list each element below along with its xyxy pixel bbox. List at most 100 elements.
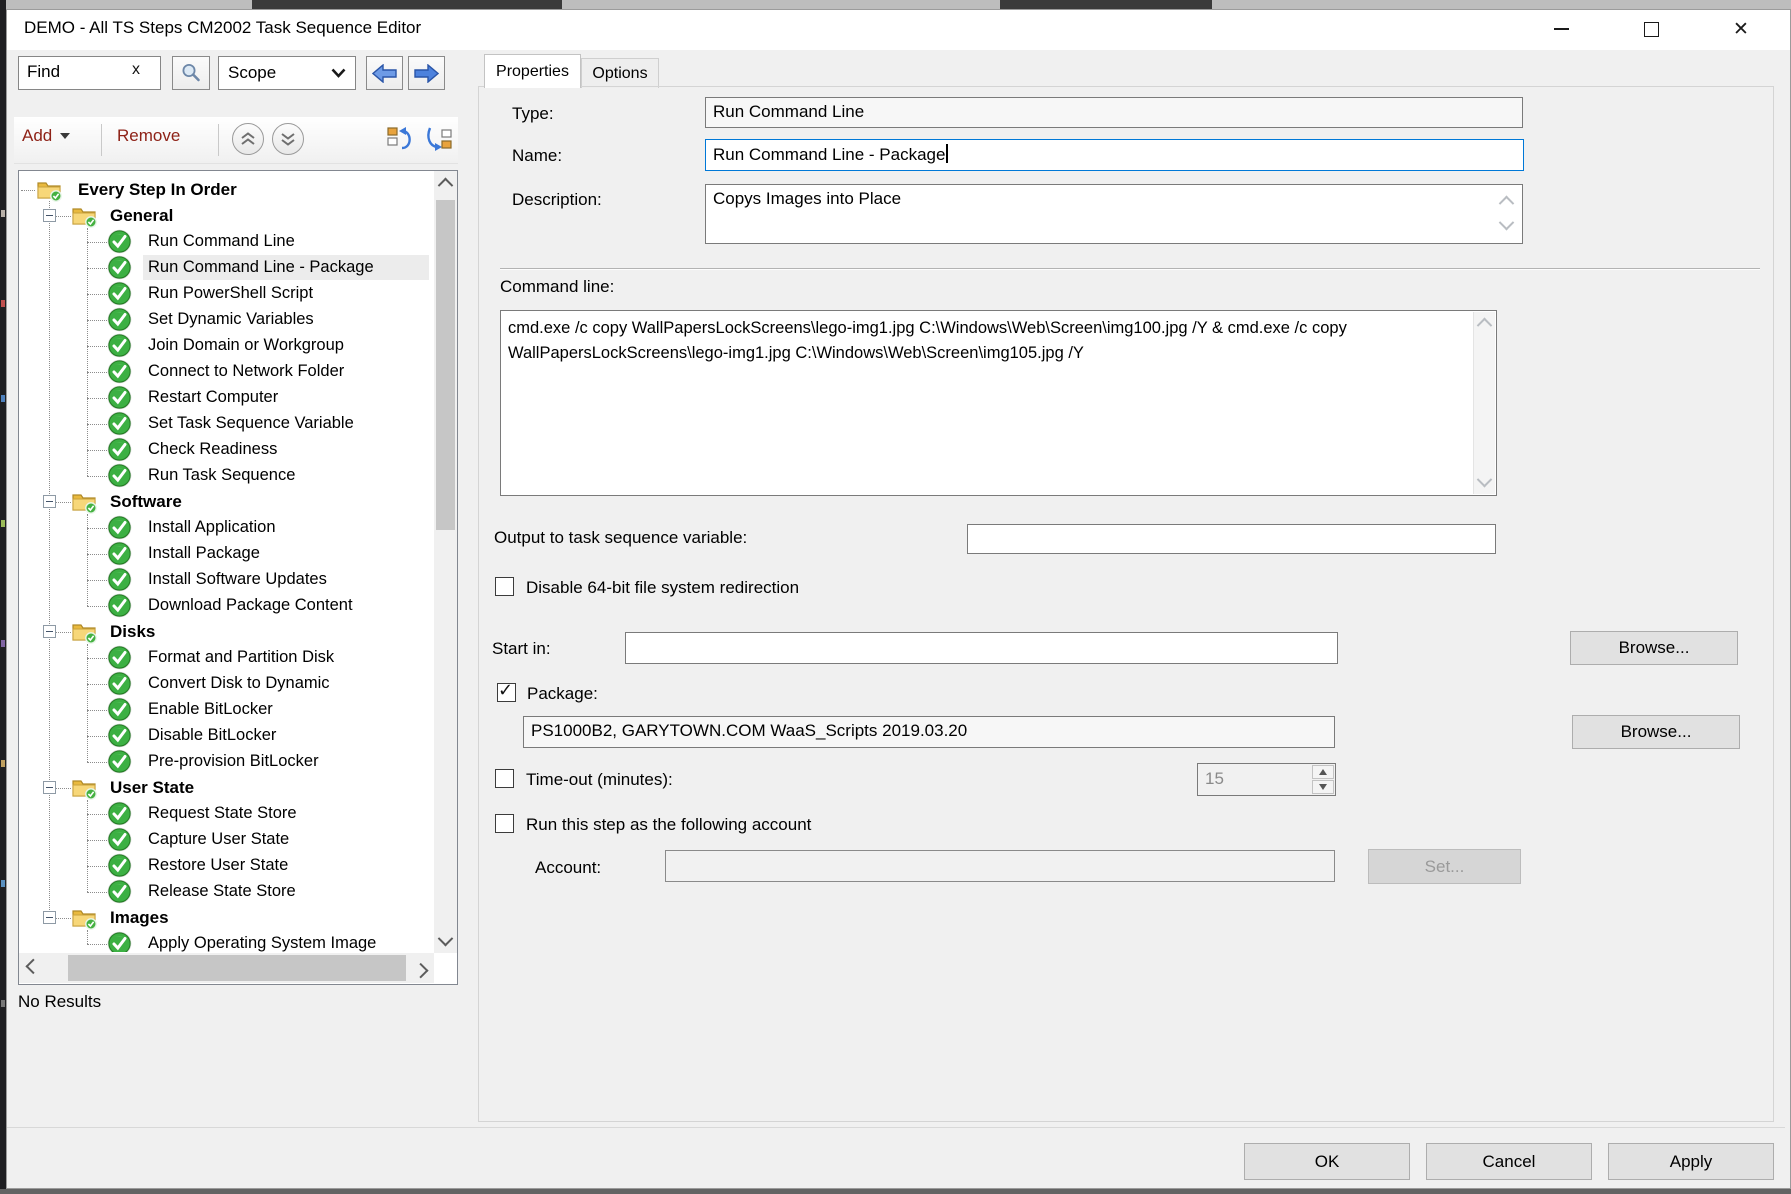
tree-guide-line <box>87 294 107 295</box>
tree-item[interactable]: Every Step In Order <box>19 177 433 203</box>
step-check-icon <box>107 515 132 540</box>
tree-horizontal-scrollbar[interactable] <box>19 953 434 983</box>
tab-properties-label: Properties <box>496 63 569 81</box>
collapse-toggle[interactable] <box>43 495 56 508</box>
tab-properties[interactable]: Properties <box>484 54 581 88</box>
chevron-left-icon <box>25 958 41 974</box>
remove-button[interactable]: Remove <box>117 126 180 146</box>
collapse-toggle[interactable] <box>43 209 56 222</box>
tree-item[interactable]: Install Application <box>19 515 433 541</box>
tree-guide-line <box>21 190 35 191</box>
search-button[interactable] <box>172 56 210 90</box>
tree-item-label: Restart Computer <box>148 388 278 407</box>
step-check-icon <box>107 931 132 952</box>
find-next-button[interactable] <box>408 56 445 90</box>
tree-item[interactable]: Enable BitLocker <box>19 697 433 723</box>
screen: DEMO - All TS Steps CM2002 Task Sequence… <box>0 0 1791 1194</box>
background-bottom-strip <box>0 1189 1791 1194</box>
tree-item-label: Join Domain or Workgroup <box>148 336 344 355</box>
tree-item[interactable]: User State <box>19 775 433 801</box>
step-check-icon <box>107 853 132 878</box>
scroll-down-button[interactable] <box>434 930 457 952</box>
collapse-all-button[interactable] <box>424 124 454 159</box>
tree-item-label: Set Task Sequence Variable <box>148 414 354 433</box>
tree-item-label: Install Package <box>148 544 260 563</box>
move-step-up-button[interactable] <box>232 123 264 155</box>
find-input[interactable] <box>27 62 119 82</box>
tree-item-label: Connect to Network Folder <box>148 362 344 381</box>
tree-item[interactable]: Images <box>19 905 433 931</box>
move-step-down-button[interactable] <box>272 123 304 155</box>
cancel-button[interactable]: Cancel <box>1426 1143 1592 1180</box>
tree-guide-line <box>87 242 107 243</box>
tree-vertical-scrollbar[interactable] <box>434 171 457 953</box>
tree-guide-line <box>87 450 107 451</box>
tree-item[interactable]: Disable BitLocker <box>19 723 433 749</box>
folder-icon <box>71 776 99 800</box>
tree-item[interactable]: Run Command Line <box>19 229 433 255</box>
tree-item[interactable]: General <box>19 203 433 229</box>
step-icon-wrap <box>107 931 132 952</box>
tree-guide-line <box>87 658 107 659</box>
apply-button[interactable]: Apply <box>1608 1143 1774 1180</box>
step-check-icon <box>107 437 132 462</box>
tree-guide-line <box>87 892 107 893</box>
tree-item[interactable]: Pre-provision BitLocker <box>19 749 433 775</box>
tree-item[interactable]: Restart Computer <box>19 385 433 411</box>
tree-item[interactable]: Capture User State <box>19 827 433 853</box>
chevron-down-icon <box>331 68 346 78</box>
tree-guide-line <box>56 918 71 919</box>
collapse-toggle[interactable] <box>43 625 56 638</box>
vertical-scroll-thumb[interactable] <box>436 200 455 530</box>
tree-item[interactable]: Set Dynamic Variables <box>19 307 433 333</box>
tree-item-label: Run PowerShell Script <box>148 284 313 303</box>
minimize-button[interactable] <box>1532 10 1590 48</box>
scope-dropdown[interactable]: Scope <box>218 56 356 90</box>
tree-item[interactable]: Convert Disk to Dynamic <box>19 671 433 697</box>
tree-item-label: Disks <box>110 622 155 642</box>
scroll-left-button[interactable] <box>19 953 45 983</box>
expand-all-icon <box>386 124 416 154</box>
tree-item[interactable]: Restore User State <box>19 853 433 879</box>
tree-item[interactable]: Join Domain or Workgroup <box>19 333 433 359</box>
tree-item[interactable]: Run PowerShell Script <box>19 281 433 307</box>
collapse-all-icon <box>424 124 454 154</box>
tree-guide-line <box>87 866 107 867</box>
scroll-right-button[interactable] <box>408 953 434 983</box>
tree-item[interactable]: Request State Store <box>19 801 433 827</box>
find-clear-button[interactable]: x <box>132 61 140 79</box>
tree-item[interactable]: Run Task Sequence <box>19 463 433 489</box>
tree-item[interactable]: Install Package <box>19 541 433 567</box>
ok-button[interactable]: OK <box>1244 1143 1410 1180</box>
chevron-up-icon <box>438 177 454 193</box>
tree-item[interactable]: Run Command Line - Package <box>19 255 433 281</box>
find-previous-button[interactable] <box>366 56 403 90</box>
tree-item[interactable]: Apply Operating System Image <box>19 931 433 952</box>
tree-item[interactable]: Disks <box>19 619 433 645</box>
tree-item[interactable]: Download Package Content <box>19 593 433 619</box>
tree-item-label: Convert Disk to Dynamic <box>148 674 330 693</box>
arrow-right-icon <box>414 64 439 83</box>
tree-item-label: Run Command Line - Package <box>148 258 374 277</box>
status-text: No Results <box>18 992 101 1012</box>
tree-guide-line <box>87 372 107 373</box>
scroll-up-button[interactable] <box>434 171 457 193</box>
expand-all-button[interactable] <box>386 124 416 159</box>
tree-item[interactable]: Format and Partition Disk <box>19 645 433 671</box>
horizontal-scroll-thumb[interactable] <box>68 955 406 981</box>
tree-item[interactable]: Check Readiness <box>19 437 433 463</box>
add-dropdown-caret-icon <box>60 133 70 139</box>
tree-item[interactable]: Set Task Sequence Variable <box>19 411 433 437</box>
tab-options[interactable]: Options <box>581 58 659 88</box>
collapse-toggle[interactable] <box>43 911 56 924</box>
tree-item[interactable]: Software <box>19 489 433 515</box>
folder-icon <box>71 204 99 228</box>
add-button[interactable]: Add <box>22 126 70 146</box>
tree-item[interactable]: Release State Store <box>19 879 433 905</box>
maximize-button[interactable] <box>1622 10 1680 48</box>
collapse-toggle[interactable] <box>43 781 56 794</box>
close-button[interactable]: ✕ <box>1712 10 1770 48</box>
tree-item[interactable]: Install Software Updates <box>19 567 433 593</box>
tree-item[interactable]: Connect to Network Folder <box>19 359 433 385</box>
tree-item-label: Install Application <box>148 518 276 537</box>
